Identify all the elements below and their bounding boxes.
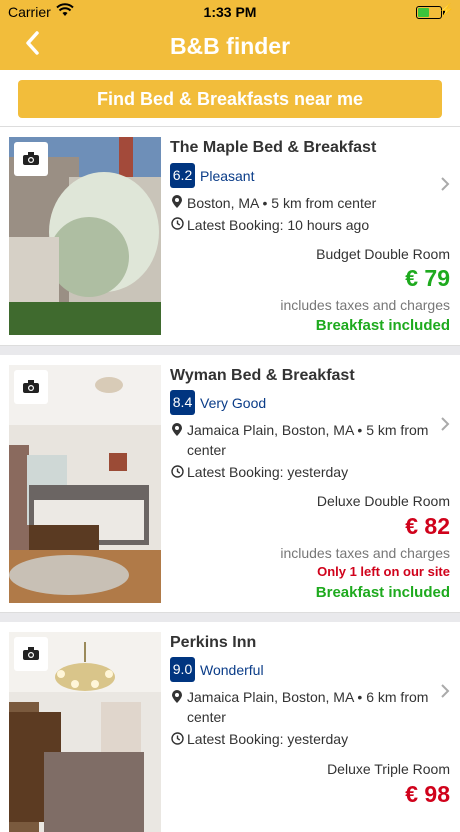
location-pin-icon — [172, 690, 182, 706]
review-score-label: Pleasant — [200, 168, 255, 184]
clock-icon — [171, 217, 184, 235]
latest-booking: Latest Booking: yesterday — [187, 464, 349, 480]
listing-photo[interactable] — [9, 137, 161, 335]
room-type: Deluxe Double Room — [316, 493, 450, 509]
listing-location: Jamaica Plain, Boston, MA • 5 km from ce… — [187, 422, 429, 458]
breakfast-badge: Breakfast included — [315, 317, 450, 334]
listing-card[interactable]: Perkins Inn 9.0 Wonderful Jamaica Plain,… — [0, 622, 460, 832]
listing-name[interactable]: Perkins Inn — [170, 634, 256, 652]
listing-name[interactable]: Wyman Bed & Breakfast — [170, 367, 355, 385]
review-score: 8.4 — [170, 390, 195, 415]
review-score-label: Very Good — [200, 395, 267, 411]
chevron-right-icon[interactable] — [440, 175, 450, 198]
review-score: 6.2 — [170, 163, 195, 188]
clock-time: 1:33 PM — [203, 4, 257, 20]
latest-booking: Latest Booking: 10 hours ago — [187, 217, 370, 233]
listing-card[interactable]: Wyman Bed & Breakfast 8.4 Very Good Jama… — [0, 355, 460, 613]
price: € 79 — [405, 265, 450, 291]
camera-icon[interactable] — [14, 142, 48, 176]
camera-icon[interactable] — [14, 370, 48, 404]
chevron-right-icon[interactable] — [440, 415, 450, 438]
location-pin-icon — [172, 423, 182, 439]
listing-location: Jamaica Plain, Boston, MA • 6 km from ce… — [187, 689, 429, 725]
chevron-right-icon[interactable] — [440, 682, 450, 705]
listing-photo[interactable] — [9, 632, 161, 832]
latest-booking: Latest Booking: yesterday — [187, 731, 349, 747]
price: € 82 — [405, 513, 450, 539]
review-score: 9.0 — [170, 657, 195, 682]
listing-photo[interactable] — [9, 365, 161, 603]
listing-name[interactable]: The Maple Bed & Breakfast — [170, 139, 376, 157]
room-type: Budget Double Room — [316, 246, 450, 262]
clock-icon — [171, 732, 184, 750]
find-nearby-button[interactable]: Find Bed & Breakfasts near me — [18, 80, 442, 118]
navigation-bar: B&B finder — [0, 24, 460, 70]
clock-icon — [171, 465, 184, 483]
location-pin-icon — [172, 195, 182, 211]
charging-icon: ⚡ — [439, 3, 454, 17]
status-bar: Carrier 1:33 PM ⚡ — [0, 0, 460, 24]
page-title: B&B finder — [169, 33, 291, 59]
listing-location: Boston, MA • 5 km from center — [187, 195, 377, 211]
find-bar: Find Bed & Breakfasts near me — [0, 70, 460, 127]
price: € 98 — [405, 781, 450, 807]
review-score-label: Wonderful — [200, 662, 264, 678]
room-type: Deluxe Triple Room — [327, 761, 450, 777]
breakfast-badge: Breakfast included — [315, 584, 450, 601]
availability-warning: Only 1 left on our site — [317, 564, 450, 579]
listing-card[interactable]: The Maple Bed & Breakfast 6.2 Pleasant B… — [0, 127, 460, 346]
taxes-note: includes taxes and charges — [280, 545, 450, 561]
camera-icon[interactable] — [14, 637, 48, 671]
taxes-note: includes taxes and charges — [280, 297, 450, 313]
